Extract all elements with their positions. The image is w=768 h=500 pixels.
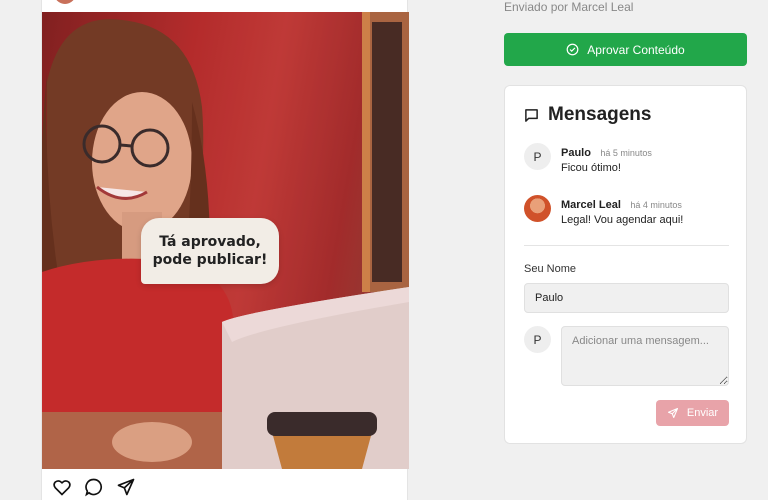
messages-title: Mensagens bbox=[548, 104, 652, 125]
caption-bubble: Tá aprovado, pode publicar! bbox=[141, 218, 279, 284]
name-input[interactable] bbox=[524, 283, 729, 313]
post-actions bbox=[52, 477, 136, 497]
messages-header: Mensagens bbox=[524, 104, 651, 126]
comment-icon[interactable] bbox=[84, 477, 104, 497]
post-image: Tá aprovado, pode publicar! bbox=[42, 12, 409, 469]
message-time: há 4 minutos bbox=[630, 200, 682, 210]
send-icon bbox=[667, 407, 678, 419]
send-button[interactable]: Enviar bbox=[656, 400, 729, 426]
messages-panel: Mensagens P Paulo há 5 minutos Ficou óti… bbox=[504, 85, 747, 444]
message-text: Ficou ótimo! bbox=[561, 162, 621, 174]
approve-content-button[interactable]: Aprovar Conteúdo bbox=[504, 33, 747, 66]
avatar bbox=[524, 195, 551, 222]
heart-icon[interactable] bbox=[52, 477, 72, 497]
post-author-avatar[interactable] bbox=[54, 0, 76, 4]
message-time: há 5 minutos bbox=[600, 148, 652, 158]
message-text: Legal! Vou agendar aqui! bbox=[561, 214, 684, 226]
caption-line-1: Tá aprovado, bbox=[159, 234, 261, 250]
name-label: Seu Nome bbox=[524, 263, 576, 275]
caption-line-2: pode publicar! bbox=[152, 252, 268, 268]
share-icon[interactable] bbox=[116, 477, 136, 497]
divider bbox=[524, 245, 729, 246]
avatar: P bbox=[524, 143, 551, 170]
message-input[interactable] bbox=[561, 326, 729, 386]
chat-icon bbox=[525, 108, 538, 122]
check-circle-icon bbox=[566, 43, 579, 56]
compose-avatar: P bbox=[524, 326, 551, 353]
approve-button-label: Aprovar Conteúdo bbox=[587, 42, 685, 57]
post-card: Tá aprovado, pode publicar! bbox=[41, 0, 409, 500]
message-author: Marcel Leal bbox=[561, 199, 621, 211]
message-author: Paulo bbox=[561, 147, 591, 159]
send-button-label: Enviar bbox=[686, 407, 719, 419]
sent-by-text: Enviado por Marcel Leal bbox=[504, 0, 634, 14]
